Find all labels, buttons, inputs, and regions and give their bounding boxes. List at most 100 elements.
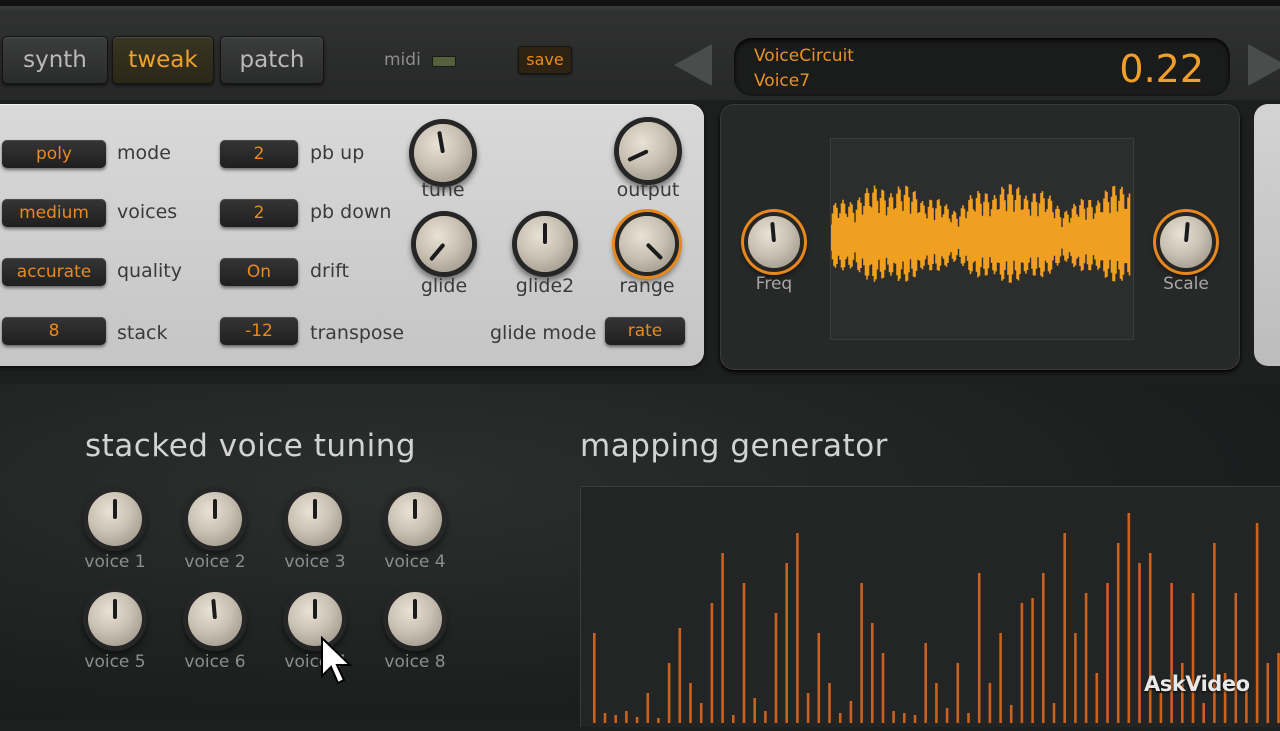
tab-synth[interactable]: synth [2, 36, 108, 84]
voice-8-label: voice 8 [384, 652, 446, 672]
mapping-bar [1020, 603, 1024, 723]
stacked-voice-tuning-title: stacked voice tuning [85, 428, 417, 464]
mapping-bar [1074, 633, 1077, 723]
midi-indicator-light [432, 56, 456, 67]
mapping-bar [1255, 523, 1259, 723]
mapping-bar [796, 533, 799, 723]
mapping-bar [1127, 513, 1131, 723]
glide-knob[interactable] [416, 216, 472, 272]
quality-label: quality [117, 260, 182, 282]
mapping-bar [1009, 705, 1013, 723]
glide2-knob[interactable] [517, 216, 573, 272]
mapping-bar [977, 573, 981, 723]
glide-mode-selector[interactable]: rate [605, 317, 685, 345]
voice-1-label: voice 1 [84, 552, 146, 572]
tune-knob[interactable] [414, 124, 472, 182]
pb-up-selector[interactable]: 2 [220, 140, 298, 168]
voice-6-label: voice 6 [184, 652, 246, 672]
mapping-bar [603, 713, 607, 723]
pb-down-selector[interactable]: 2 [220, 199, 298, 227]
tab-tweak[interactable]: tweak [112, 36, 214, 84]
mapping-bar [806, 693, 810, 723]
askvideo-watermark: AskVideo [1144, 672, 1250, 696]
preset-value-readout: 0.22 [1119, 47, 1204, 91]
save-button[interactable]: save [518, 46, 572, 74]
pb-down-label: pb down [310, 201, 392, 223]
mapping-bar [689, 683, 692, 723]
mapping-bar [1031, 598, 1034, 723]
mapping-bar [1095, 673, 1099, 723]
mode-label: mode [117, 142, 171, 164]
mapping-generator-title: mapping generator [580, 428, 888, 464]
mapping-bar [710, 603, 714, 723]
mapping-bar [732, 715, 735, 723]
mapping-bar [764, 711, 767, 723]
pb-up-label: pb up [310, 142, 365, 164]
mapping-bar [625, 711, 628, 723]
mapping-bar [753, 698, 756, 723]
mapping-bar [838, 713, 842, 723]
mapping-bar [646, 693, 650, 723]
mapping-bar [924, 643, 927, 723]
output-label: output [616, 179, 680, 201]
voice-3-tuning-knob[interactable] [288, 492, 342, 546]
transpose-selector[interactable]: -12 [220, 317, 298, 345]
mapping-bar [913, 715, 917, 723]
triangle-left-icon[interactable] [674, 44, 712, 86]
mapping-bar [956, 663, 960, 723]
mapping-bar [871, 623, 874, 723]
mapping-bar [1116, 543, 1120, 723]
top-bar: synth tweak patch midi save VoiceCircuit… [0, 0, 1280, 100]
mapping-bar [967, 713, 970, 723]
mapping-bar [678, 628, 682, 723]
voice-5-tuning-knob[interactable] [88, 592, 142, 646]
voice-2-tuning-knob[interactable] [188, 492, 242, 546]
voice-settings-panel: poly mode medium voices accurate quality… [0, 104, 704, 366]
mapping-bar [699, 703, 703, 723]
mapping-bar [742, 583, 746, 723]
voice-3-label: voice 3 [284, 552, 346, 572]
mapping-bar [1234, 593, 1238, 723]
mapping-bar [988, 683, 992, 723]
mode-selector[interactable]: poly [2, 140, 106, 168]
voice-1-tuning-knob[interactable] [88, 492, 142, 546]
waveform-graphic [830, 184, 1131, 283]
side-panel-edge [1254, 104, 1280, 366]
mapping-bar [1191, 593, 1195, 723]
mapping-bar [860, 583, 863, 723]
glide-label: glide [420, 275, 468, 297]
voice-4-tuning-knob[interactable] [388, 492, 442, 546]
quality-selector[interactable]: accurate [2, 258, 106, 286]
voices-selector[interactable]: medium [2, 199, 106, 227]
output-knob[interactable] [619, 122, 677, 180]
scale-knob[interactable] [1160, 216, 1212, 268]
glide2-label: glide2 [515, 275, 575, 297]
drift-toggle[interactable]: On [220, 258, 298, 286]
mapping-bar [785, 563, 788, 723]
voice-8-tuning-knob[interactable] [388, 592, 442, 646]
lower-section: stacked voice tuning mapping generator v… [0, 384, 1280, 727]
stack-selector[interactable]: 8 [2, 317, 106, 345]
freq-knob[interactable] [748, 216, 800, 268]
tab-patch[interactable]: patch [220, 36, 324, 84]
triangle-right-icon[interactable] [1248, 44, 1280, 86]
waveform-trace [830, 184, 1131, 283]
preset-name: Voice7 [754, 71, 811, 91]
voice-4-label: voice 4 [384, 552, 446, 572]
mapping-bar [1213, 543, 1216, 723]
voice-6-tuning-knob[interactable] [188, 592, 242, 646]
midi-label: midi [384, 50, 421, 70]
mapping-bar [1277, 653, 1280, 723]
mouse-pointer-icon [321, 636, 353, 685]
glide-mode-label: glide mode [490, 322, 597, 344]
mapping-bar [1148, 553, 1152, 723]
mapping-bar [1170, 583, 1173, 723]
mapping-bar [1266, 663, 1270, 723]
mapping-bar [657, 718, 660, 723]
mapping-bar [828, 683, 831, 723]
mapping-bar [667, 663, 671, 723]
mapping-bar [817, 633, 821, 723]
range-knob[interactable] [619, 216, 675, 272]
mapping-bar [1052, 703, 1056, 723]
preset-display[interactable]: VoiceCircuit Voice7 0.22 [734, 38, 1230, 96]
